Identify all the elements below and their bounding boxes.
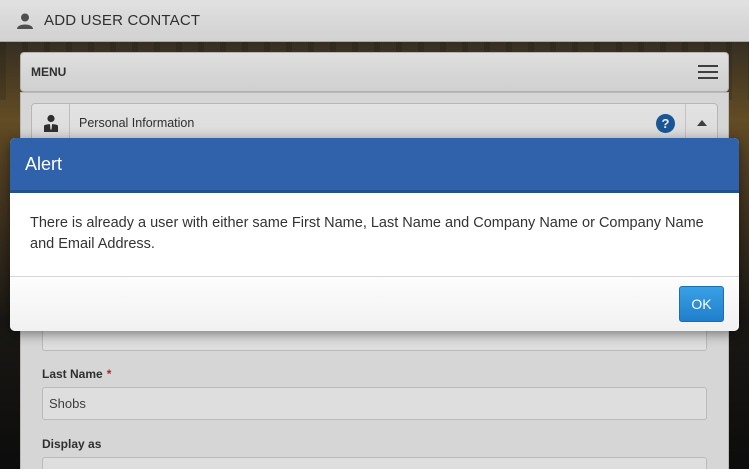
dialog-message: There is already a user with either same… — [10, 193, 739, 277]
dialog-header: Alert — [10, 138, 739, 193]
dialog-title: Alert — [25, 153, 63, 174]
alert-dialog: Alert There is already a user with eithe… — [10, 138, 739, 331]
ok-button[interactable]: OK — [679, 286, 724, 322]
dialog-footer: OK — [10, 277, 739, 331]
